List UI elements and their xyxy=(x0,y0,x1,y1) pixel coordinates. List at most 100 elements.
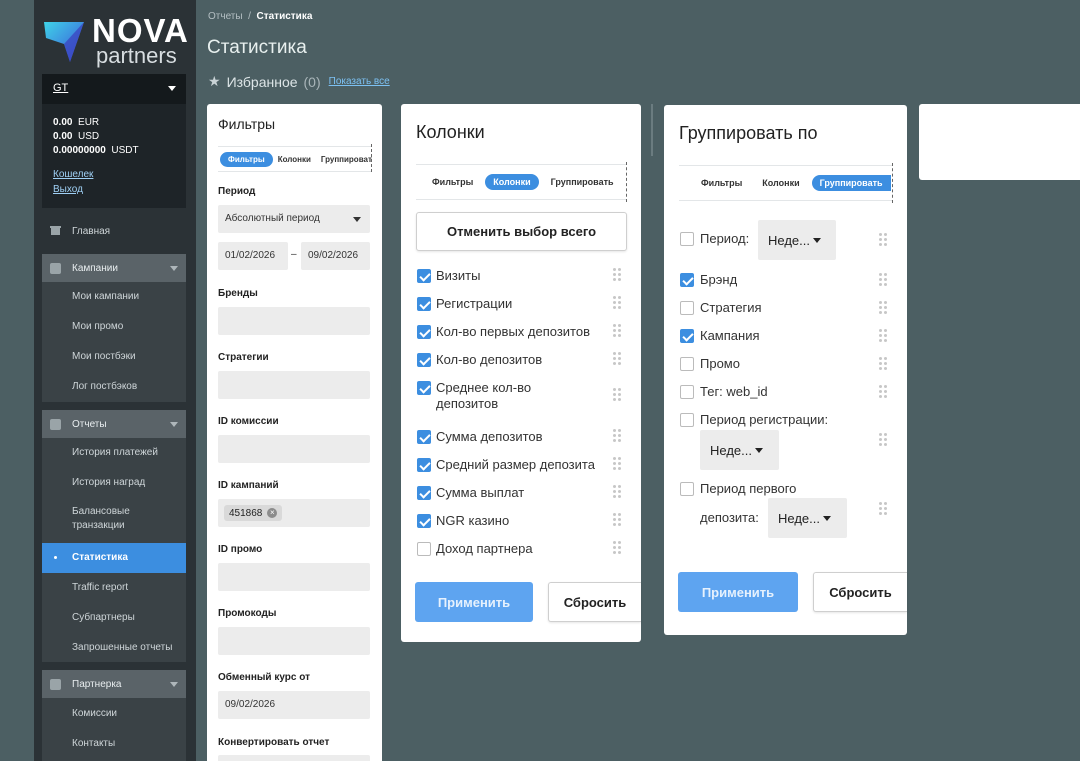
column-checkbox[interactable] xyxy=(417,325,431,339)
logo[interactable]: NOVA partners xyxy=(42,14,188,68)
logout-link[interactable]: Выход xyxy=(53,184,83,195)
column-checkbox[interactable] xyxy=(417,430,431,444)
period-select[interactable]: Абсолютный период xyxy=(218,205,370,233)
sidebar-item-contacts[interactable]: Контакты xyxy=(42,737,186,751)
commission-id-input[interactable] xyxy=(218,435,370,463)
strategy-checkbox[interactable] xyxy=(680,301,694,315)
sidebar-item-commissions[interactable]: Комиссии xyxy=(42,707,186,721)
sidebar-item-my-campaigns[interactable]: Мои кампании xyxy=(42,290,186,304)
breadcrumb: Отчеты / Статистика xyxy=(208,11,312,22)
account-select[interactable]: GT xyxy=(42,74,186,104)
drag-handle-icon[interactable] xyxy=(879,329,887,343)
drag-handle-icon[interactable] xyxy=(613,352,621,366)
tab-columns[interactable]: Колонки xyxy=(273,152,316,167)
favorites-count: (0) xyxy=(303,73,321,90)
drag-handle-icon[interactable] xyxy=(613,541,621,555)
sidebar-item-subpartners[interactable]: Субпартнеры xyxy=(42,611,186,625)
rate-label: Обменный курс от xyxy=(218,672,310,683)
sidebar-item-statistics[interactable]: Статистика xyxy=(42,543,186,573)
column-checkbox[interactable] xyxy=(417,353,431,367)
sidebar-group-label: Партнерка xyxy=(72,678,122,690)
filters-title: Фильтры xyxy=(218,116,276,132)
date-from-input[interactable]: 01/02/2026 xyxy=(218,242,288,270)
drag-handle-icon[interactable] xyxy=(879,433,887,447)
drag-handle-icon[interactable] xyxy=(879,301,887,315)
close-icon[interactable]: × xyxy=(267,508,278,518)
drag-handle-icon[interactable] xyxy=(879,502,887,516)
tab-filters[interactable]: Фильтры xyxy=(424,174,481,190)
commission-id-label: ID комиссии xyxy=(218,416,279,427)
drag-handle-icon[interactable] xyxy=(613,429,621,443)
sidebar-item-balance-transactions[interactable]: Балансовые транзакции xyxy=(42,505,152,533)
reset-button[interactable]: Сбросить xyxy=(813,572,907,612)
drag-handle-icon[interactable] xyxy=(613,324,621,338)
apply-button[interactable]: Применить xyxy=(678,572,798,612)
sidebar-group-campaigns[interactable]: Кампании xyxy=(42,254,186,282)
column-checkbox[interactable] xyxy=(417,297,431,311)
tab-columns[interactable]: Колонки xyxy=(754,175,807,191)
column-label: Визиты xyxy=(436,268,481,283)
drag-handle-icon[interactable] xyxy=(879,385,887,399)
convert-select[interactable] xyxy=(218,755,370,761)
date-separator: – xyxy=(291,249,297,260)
tab-columns[interactable]: Колонки xyxy=(485,174,539,190)
campaign-id-input[interactable]: 451868 × xyxy=(218,499,370,527)
sidebar-item-home[interactable]: Главная xyxy=(42,216,186,246)
drag-handle-icon[interactable] xyxy=(613,513,621,527)
sidebar-item-traffic-report[interactable]: Traffic report xyxy=(42,581,186,595)
period-select[interactable]: Неде... xyxy=(758,220,836,260)
drag-handle-icon[interactable] xyxy=(613,296,621,310)
rate-date-input[interactable]: 09/02/2026 xyxy=(218,691,370,719)
reg-period-checkbox[interactable] xyxy=(680,413,694,427)
sidebar-item-my-postbacks[interactable]: Мои постбэки xyxy=(42,350,186,364)
first-dep-select[interactable]: Неде... xyxy=(768,498,847,538)
account-select-value: GT xyxy=(53,82,69,94)
brand-checkbox[interactable] xyxy=(680,273,694,287)
scroll-edge xyxy=(626,162,627,202)
tab-group[interactable]: Группировать xyxy=(811,175,891,191)
brands-input[interactable] xyxy=(218,307,370,335)
tag-checkbox[interactable] xyxy=(680,385,694,399)
promo-checkbox[interactable] xyxy=(680,357,694,371)
show-all-link[interactable]: Показать все xyxy=(329,76,390,87)
sidebar-group-reports[interactable]: Отчеты xyxy=(42,410,186,438)
drag-handle-icon[interactable] xyxy=(879,273,887,287)
sidebar-item-postback-log[interactable]: Лог постбэков xyxy=(42,380,186,394)
drag-handle-icon[interactable] xyxy=(613,485,621,499)
tab-group[interactable]: Группировать xyxy=(316,152,372,167)
deselect-all-button[interactable]: Отменить выбор всего xyxy=(416,212,627,251)
drag-handle-icon[interactable] xyxy=(613,268,621,282)
tab-filters[interactable]: Фильтры xyxy=(693,175,750,191)
sidebar-item-requested-reports[interactable]: Запрошенные отчеты xyxy=(42,641,186,655)
column-checkbox[interactable] xyxy=(417,486,431,500)
promo-id-input[interactable] xyxy=(218,563,370,591)
drag-handle-icon[interactable] xyxy=(879,357,887,371)
chevron-down-icon xyxy=(170,422,178,427)
sidebar-item-my-promo[interactable]: Мои промо xyxy=(42,320,186,334)
first-dep-checkbox[interactable] xyxy=(680,482,694,496)
column-checkbox[interactable] xyxy=(417,542,431,556)
reg-period-select[interactable]: Неде... xyxy=(700,430,779,470)
promocodes-input[interactable] xyxy=(218,627,370,655)
strategies-input[interactable] xyxy=(218,371,370,399)
tab-filters[interactable]: Фильтры xyxy=(220,151,273,167)
apply-button[interactable]: Применить xyxy=(415,582,533,622)
convert-label: Конвертировать отчет xyxy=(218,737,330,748)
sidebar-group-partner[interactable]: Партнерка xyxy=(42,670,186,698)
sidebar-item-payment-history[interactable]: История платежей xyxy=(42,446,186,460)
reset-button[interactable]: Сбросить xyxy=(548,582,641,622)
drag-handle-icon[interactable] xyxy=(613,457,621,471)
drag-handle-icon[interactable] xyxy=(879,233,887,247)
drag-handle-icon[interactable] xyxy=(613,388,621,402)
column-checkbox[interactable] xyxy=(417,381,431,395)
breadcrumb-root[interactable]: Отчеты xyxy=(208,11,243,22)
sidebar-item-reward-history[interactable]: История наград xyxy=(42,476,186,490)
period-checkbox[interactable] xyxy=(680,232,694,246)
column-checkbox[interactable] xyxy=(417,458,431,472)
date-to-input[interactable]: 09/02/2026 xyxy=(301,242,370,270)
tab-group[interactable]: Группировать xyxy=(543,174,622,190)
wallet-link[interactable]: Кошелек xyxy=(53,169,93,180)
column-checkbox[interactable] xyxy=(417,269,431,283)
column-checkbox[interactable] xyxy=(417,514,431,528)
campaign-checkbox[interactable] xyxy=(680,329,694,343)
